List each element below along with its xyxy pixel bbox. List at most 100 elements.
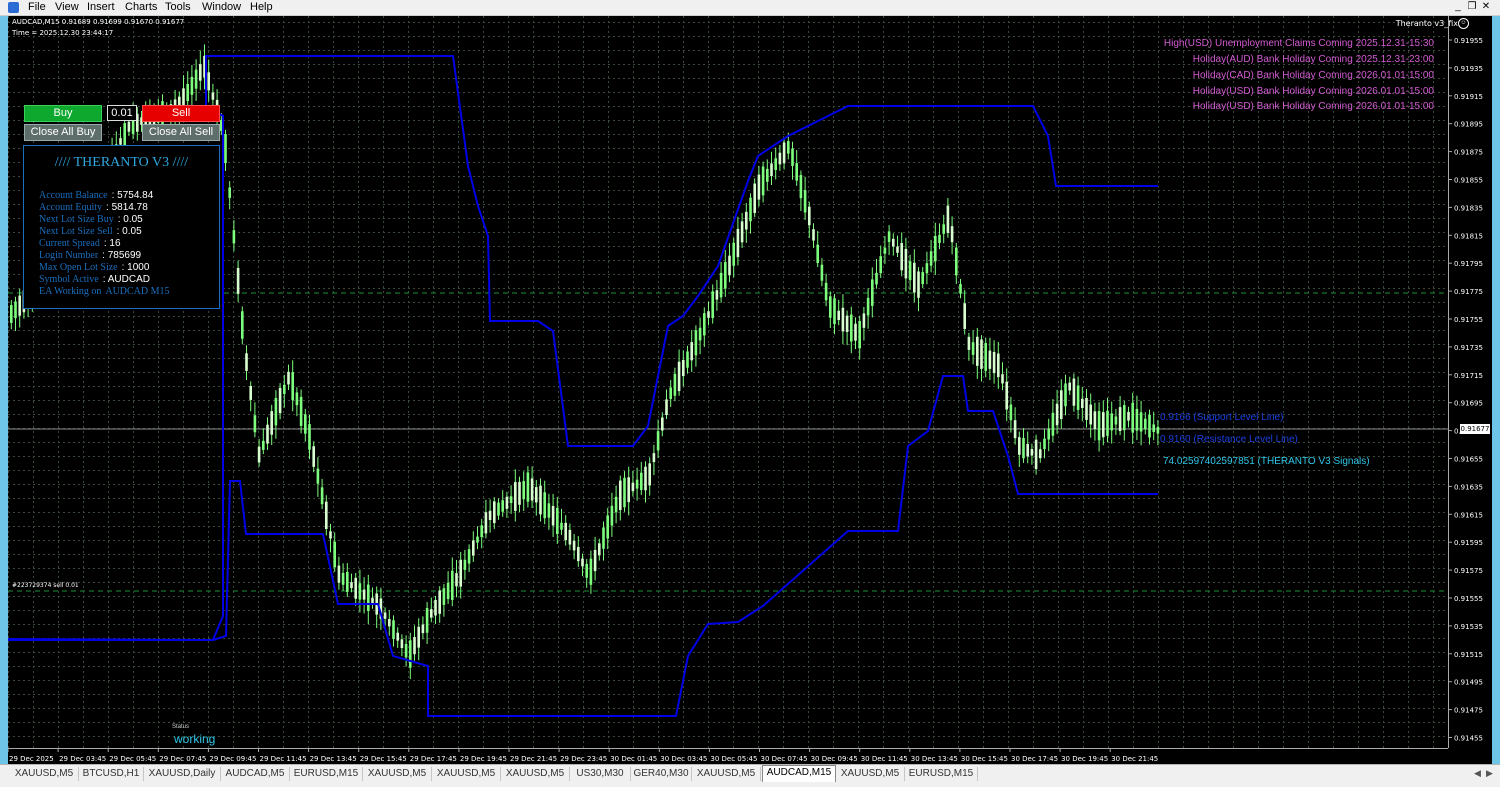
tab-scroll-right-icon[interactable]: ▶ (1486, 768, 1493, 779)
account-info-panel: //// THERANTO V3 //// Account Balance: 5… (23, 145, 220, 309)
time-tick-label: 30 Dec 09:45 (811, 755, 858, 763)
candle-body (690, 342, 693, 361)
candle-body (942, 224, 945, 234)
price-tick-label: 0.91515 (1454, 651, 1483, 659)
close-all-buy-button[interactable]: Close All Buy (24, 124, 102, 141)
candle-body (913, 262, 916, 293)
close-icon[interactable]: ✕ (1480, 1, 1492, 13)
chart-tab[interactable]: XAUUSD,M5 (692, 767, 761, 781)
candle-body (824, 282, 828, 301)
chart-tab[interactable]: US30,M30 (570, 767, 631, 781)
chart-tab[interactable]: GER40,M30 (631, 767, 692, 781)
price-chart[interactable]: 0.91955 0.91935 0.91915 0.91895 0.91875 0.918… (8, 16, 1492, 764)
chart-tab[interactable]: BTCUSD,H1 (79, 767, 144, 781)
menu-window[interactable]: Window (200, 1, 243, 13)
menu-help[interactable]: Help (248, 1, 275, 13)
candle-body (539, 485, 542, 515)
minimize-icon[interactable]: _ (1452, 1, 1464, 13)
menu-charts[interactable]: Charts (123, 1, 159, 13)
candle-body (560, 522, 563, 530)
info-value: : 0.05 (116, 226, 142, 237)
chart-tab[interactable]: XAUUSD,M5 (501, 767, 570, 781)
chart-tab-active[interactable]: AUDCAD,M15 (762, 765, 836, 782)
candle-body (1106, 410, 1109, 436)
candle-body (887, 231, 891, 242)
candle-body (1026, 443, 1029, 457)
chart-tab[interactable]: XAUUSD,M5 (432, 767, 501, 781)
candle-body (656, 431, 660, 451)
support-level-label: 0.9166 (Support Level Line) (1160, 412, 1284, 423)
candle-body (409, 640, 412, 668)
info-row: Account Equity: 5814.78 (39, 202, 148, 213)
chart-tab[interactable]: XAUUSD,M5 (10, 767, 79, 781)
lot-size-input[interactable]: 0.01 (107, 105, 137, 121)
candle-body (808, 206, 811, 226)
chart-tab[interactable]: XAUUSD,M5 (363, 767, 432, 781)
candle-body (1039, 449, 1042, 459)
price-tick-label: 0.91575 (1454, 567, 1483, 575)
info-label: Symbol Active (39, 274, 99, 285)
candle-body (564, 522, 567, 541)
candle-body (493, 501, 496, 524)
candle-body (472, 540, 475, 556)
time-tick-label: 30 Dec 01:45 (610, 755, 657, 763)
candle-body (1060, 390, 1063, 420)
candle-body (761, 166, 765, 196)
candle-body (245, 353, 248, 371)
candle-body (337, 565, 341, 583)
panel-title: //// THERANTO V3 //// (54, 155, 189, 170)
candle-body (413, 637, 416, 655)
candle-body (535, 487, 538, 503)
candle-body (719, 272, 723, 298)
candle-body (833, 298, 836, 325)
candle-body (572, 540, 576, 551)
candle-body (1072, 378, 1076, 406)
chart-tab[interactable]: XAUUSD,M5 (836, 767, 905, 781)
candle-body (778, 152, 782, 165)
sell-button[interactable]: Sell (142, 105, 220, 122)
order-tag: #223729374 sell 0.01 (12, 582, 79, 589)
candle-body (1089, 404, 1092, 425)
candle-body (816, 244, 819, 263)
price-tick-label: 0.91835 (1454, 204, 1483, 212)
server-time-label: Time = 2025.12.30 23:44:17 (12, 29, 114, 37)
candle-body (791, 148, 794, 166)
candle-body (703, 313, 706, 336)
restore-icon[interactable]: ❐ (1466, 1, 1478, 13)
candle-body (320, 487, 324, 505)
candle-body (304, 414, 307, 434)
time-tick-label: 29 Dec 23:45 (560, 755, 607, 763)
candle-body (207, 72, 210, 91)
buy-button[interactable]: Buy (24, 105, 102, 122)
candle-body (1051, 412, 1055, 436)
info-label: Account Equity (39, 202, 103, 213)
menu-tools[interactable]: Tools (163, 1, 193, 13)
chart-tab[interactable]: AUDCAD,M5 (221, 767, 290, 781)
chart-tab[interactable]: EURUSD,M15 (905, 767, 978, 781)
price-tick-label: 0.91495 (1454, 679, 1483, 687)
candle-body (1123, 405, 1126, 431)
candle-body (665, 399, 668, 415)
candle-body (971, 342, 975, 355)
candle-body (980, 339, 983, 369)
tab-scroll-left-icon[interactable]: ◀ (1474, 768, 1481, 779)
symbol-ohlc-label: AUDCAD,M15 0.91689 0.91699 0.91670 0.916… (12, 18, 185, 26)
menu-file[interactable]: File (26, 1, 48, 13)
candle-body (211, 92, 215, 100)
menu-view[interactable]: View (53, 1, 81, 13)
info-value: : 16 (103, 238, 121, 249)
candle-body (446, 582, 450, 600)
menu-insert[interactable]: Insert (85, 1, 117, 13)
candle-body (194, 69, 198, 89)
chart-tab[interactable]: EURUSD,M15 (290, 767, 363, 781)
close-all-sell-button[interactable]: Close All Sell (142, 124, 220, 141)
news-item: Holiday(CAD) Bank Holiday Coming 2026.01… (1192, 70, 1434, 81)
candle-body (467, 549, 471, 564)
candle-body (274, 398, 278, 426)
chart-tab[interactable]: XAUUSD,Daily (144, 767, 221, 781)
candle-body (266, 424, 269, 444)
price-tick-label: 0.91955 (1454, 37, 1483, 45)
candle-body (551, 506, 555, 526)
candle-body (732, 242, 735, 266)
time-tick-label: 29 Dec 09:45 (209, 755, 256, 763)
